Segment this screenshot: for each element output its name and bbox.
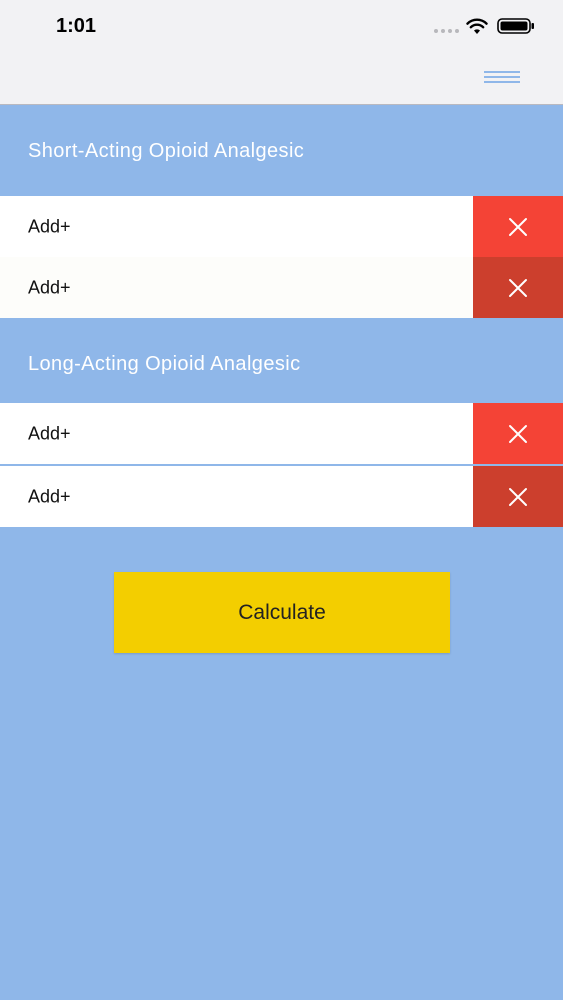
section-title-long-acting: Long-Acting Opioid Analgesic bbox=[28, 353, 301, 375]
medication-row: Add+ bbox=[0, 403, 563, 464]
add-label: Add+ bbox=[28, 486, 71, 506]
close-icon bbox=[509, 488, 527, 506]
medication-row: Add+ bbox=[0, 466, 563, 527]
medication-row: Add+ bbox=[0, 196, 563, 257]
signal-dots-icon bbox=[434, 29, 459, 33]
delete-button[interactable] bbox=[473, 403, 563, 464]
close-icon bbox=[509, 218, 527, 236]
medication-row: Add+ bbox=[0, 257, 563, 318]
status-time: 1:01 bbox=[56, 15, 97, 37]
delete-button[interactable] bbox=[473, 466, 563, 527]
hamburger-menu-icon[interactable] bbox=[484, 71, 520, 85]
wifi-icon bbox=[466, 18, 488, 34]
close-icon bbox=[509, 279, 527, 297]
battery-icon bbox=[497, 18, 534, 34]
add-medication-field[interactable]: Add+ bbox=[0, 196, 473, 257]
add-label: Add+ bbox=[28, 216, 71, 236]
add-label: Add+ bbox=[28, 423, 71, 443]
delete-button[interactable] bbox=[473, 257, 563, 318]
delete-button[interactable] bbox=[473, 196, 563, 257]
close-icon bbox=[509, 425, 527, 443]
add-medication-field[interactable]: Add+ bbox=[0, 403, 473, 464]
section-title-short-acting: Short-Acting Opioid Analgesic bbox=[28, 140, 305, 162]
calculate-button[interactable]: Calculate bbox=[114, 572, 450, 653]
add-label: Add+ bbox=[28, 277, 71, 297]
add-medication-field[interactable]: Add+ bbox=[0, 466, 473, 527]
add-medication-field[interactable]: Add+ bbox=[0, 257, 473, 318]
nav-bar bbox=[0, 52, 563, 105]
status-bar: 1:01 bbox=[0, 0, 563, 52]
